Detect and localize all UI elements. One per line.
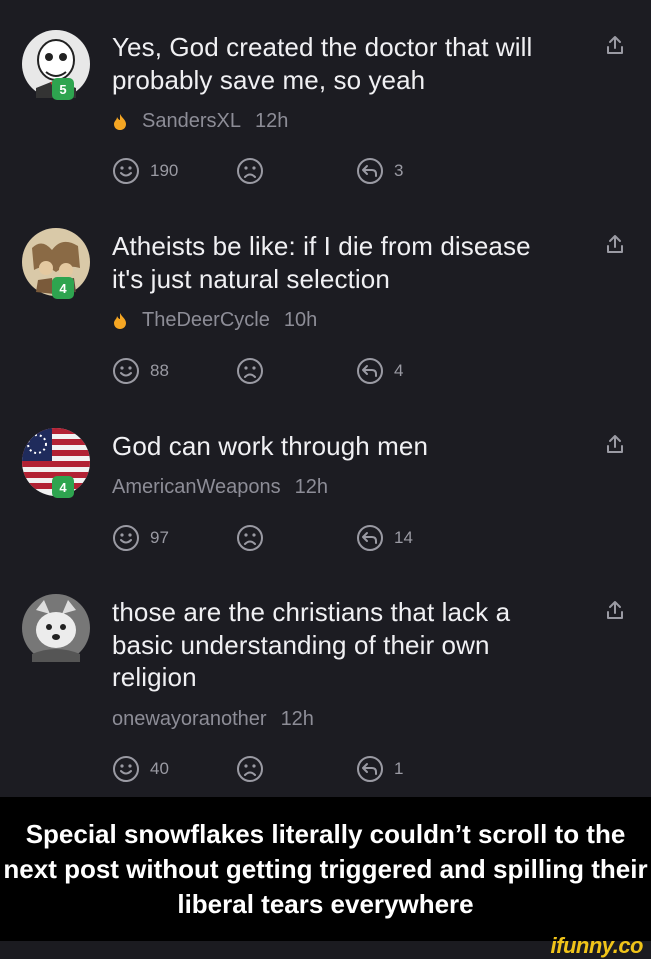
like-count: 40 [150,759,169,778]
share-icon[interactable] [604,233,626,255]
reply-icon [357,525,383,551]
reply-count: 4 [394,361,404,380]
frown-icon [237,358,263,384]
dislike-button[interactable] [236,524,264,552]
comment-username[interactable]: TheDeerCycle [142,309,270,332]
comment-time: 12h [254,110,289,132]
user-avatar[interactable] [22,594,90,662]
reply-count: 14 [394,528,413,547]
level-badge: 4 [52,476,74,498]
smile-icon [113,358,139,384]
comment-meta: SandersXL 12h [112,110,288,133]
like-count: 190 [150,161,179,180]
comment-time: 12h [294,476,328,498]
share-icon[interactable] [604,433,626,455]
dislike-button[interactable] [236,357,264,385]
comment-username[interactable]: AmericanWeapons [112,476,281,499]
reply-button[interactable]: 3 [356,157,403,185]
reply-button[interactable]: 4 [356,357,403,385]
smile-icon [113,525,139,551]
comment-meta: AmericanWeapons 12h [112,476,328,499]
comment-time: 12h [280,708,314,730]
comment-text: those are the christians that lack a bas… [112,597,511,692]
like-button[interactable]: 88 [112,357,169,385]
flame-icon [114,113,126,130]
like-button[interactable]: 40 [112,755,169,783]
smile-icon [113,756,139,782]
level-badge: 4 [52,277,74,299]
meme-caption: Special snowflakes literally couldn’t sc… [0,797,651,941]
reply-icon [357,158,383,184]
reply-button[interactable]: 1 [356,755,403,783]
flame-icon [114,312,126,329]
share-icon[interactable] [604,599,626,621]
comment-text: God can work through men [112,431,429,461]
comment-meta: onewayoranother 12h [112,708,314,731]
comment-actions: 97 14 [112,524,432,552]
reply-count: 3 [394,161,404,180]
reply-count: 1 [394,759,404,778]
smile-icon [113,158,139,184]
frown-icon [237,756,263,782]
comment-meta: TheDeerCycle 10h [112,309,317,332]
comment-time: 10h [283,309,318,331]
like-button[interactable]: 190 [112,157,178,185]
dislike-button[interactable] [236,157,264,185]
like-count: 88 [150,361,169,380]
comment-actions: 40 1 [112,755,432,783]
comment-actions: 190 3 [112,157,432,185]
level-badge: 5 [52,78,74,100]
reply-icon [357,358,383,384]
comment-actions: 88 4 [112,357,432,385]
ifunny-watermark: ifunny.co [550,933,644,958]
reply-button[interactable]: 14 [356,524,413,552]
like-button[interactable]: 97 [112,524,169,552]
reply-icon [357,756,383,782]
comment-text: Yes, God created the doctor that will pr… [112,32,533,95]
like-count: 97 [150,528,169,547]
frown-icon [237,158,263,184]
dislike-button[interactable] [236,755,264,783]
frown-icon [237,525,263,551]
share-icon[interactable] [604,34,626,56]
comment-text: Atheists be like: if I die from disease … [112,231,531,294]
comment-username[interactable]: SandersXL [142,110,241,133]
comment-list: 5 Yes, God created the doctor that will … [0,0,651,797]
comment-username[interactable]: onewayoranother [112,708,267,731]
